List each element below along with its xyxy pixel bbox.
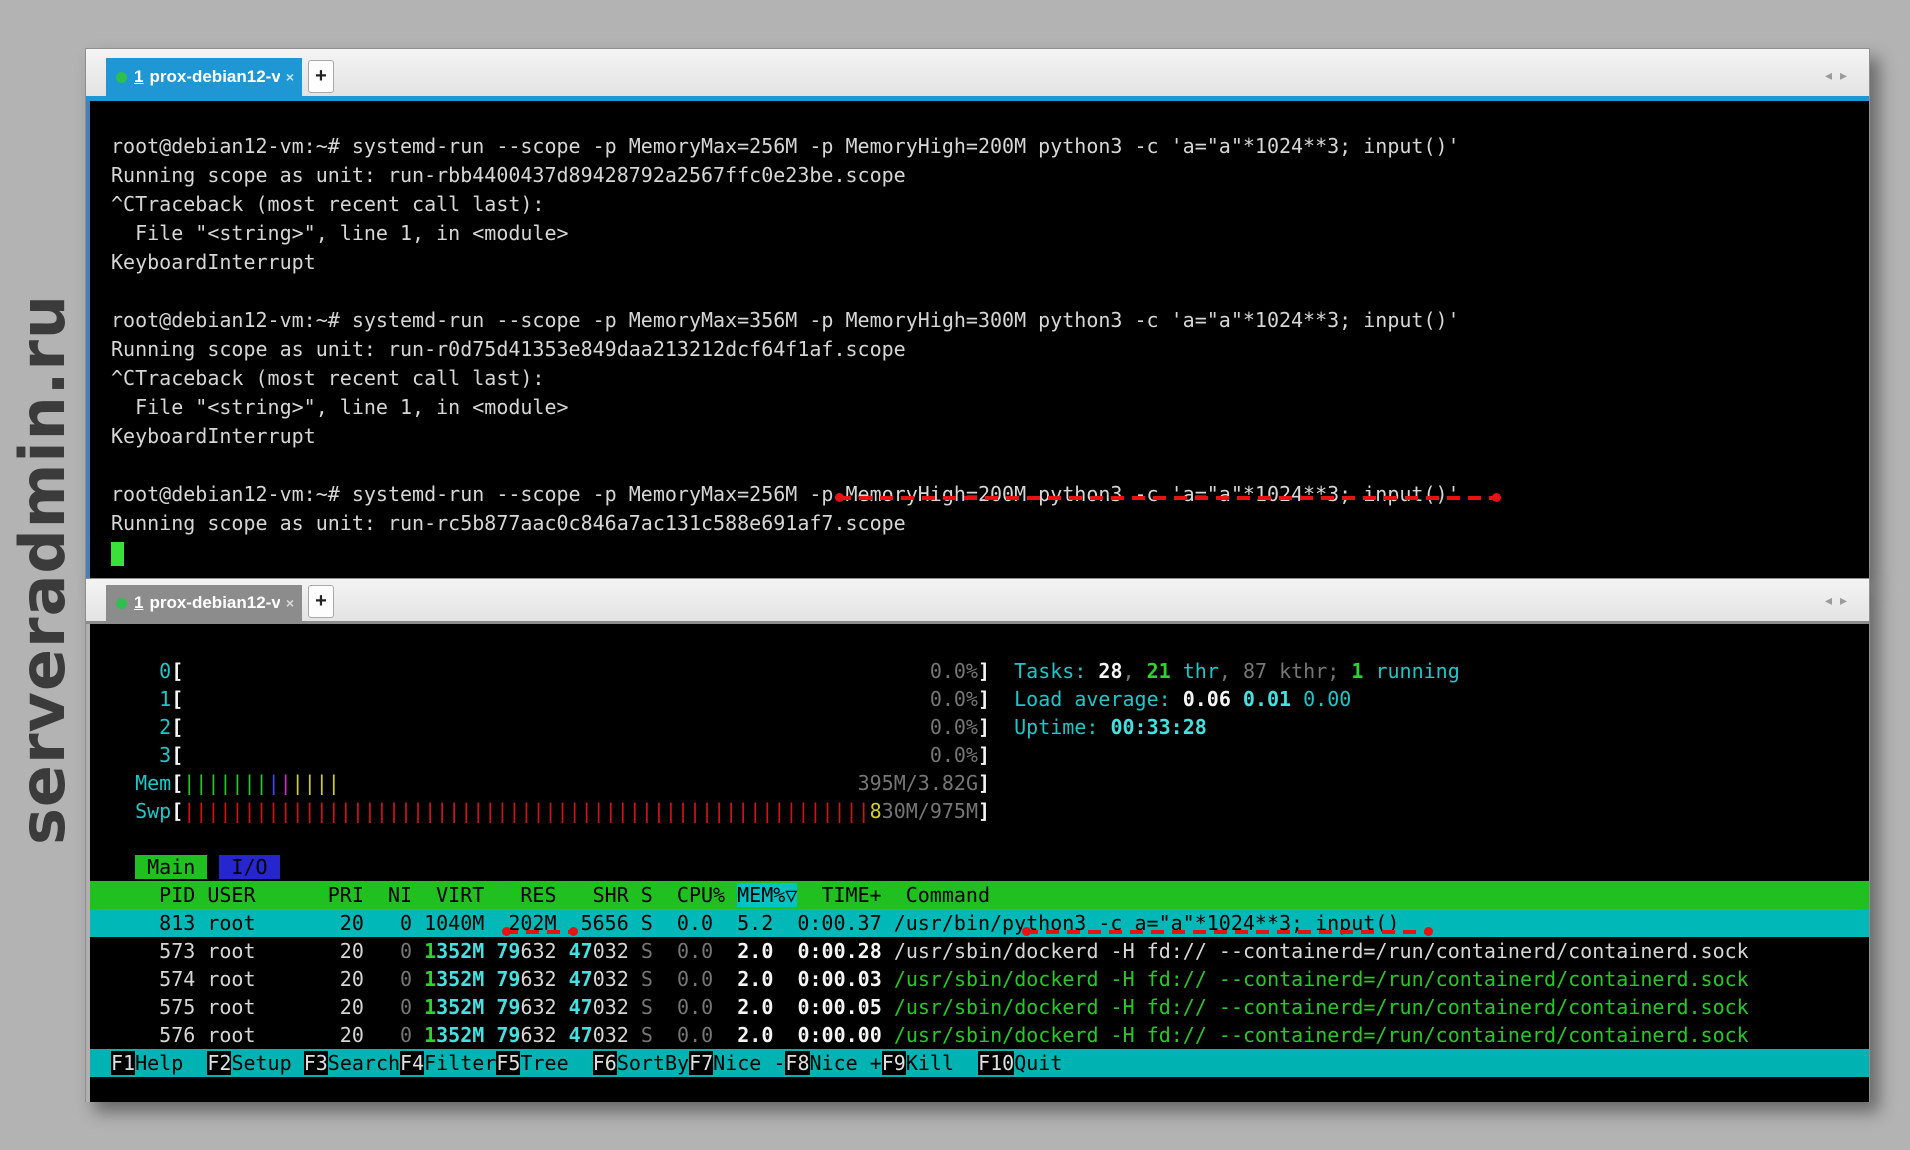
terminal-line: Running scope as unit: run-rc5b877aac0c8… (90, 509, 1869, 538)
htop-line: 3[ 0.0%] (90, 741, 1869, 769)
terminal-line (90, 277, 1869, 306)
terminal-cursor (111, 542, 124, 566)
terminal-line: root@debian12-vm:~# systemd-run --scope … (90, 132, 1869, 161)
terminal-line: root@debian12-vm:~# systemd-run --scope … (90, 306, 1869, 335)
terminal-line (90, 103, 1869, 132)
htop-row-573[interactable]: 573 root 20 0 1352M 79632 47032 S 0.0 2.… (90, 937, 1869, 965)
terminal1-screen[interactable]: root@debian12-vm:~# systemd-run --scope … (86, 101, 1869, 578)
scroll-left-icon[interactable]: ◂ (1825, 592, 1840, 608)
htop-terminal-screen[interactable]: 0[ 0.0%] Tasks: 28, 21 thr, 87 kthr; 1 r… (86, 624, 1869, 1102)
tab-index: 1 (134, 593, 143, 613)
terminal-line: File "<string>", line 1, in <module> (90, 393, 1869, 422)
terminal-line: File "<string>", line 1, in <module> (90, 219, 1869, 248)
new-tab-button[interactable]: + (308, 60, 334, 93)
terminal-line: KeyboardInterrupt (90, 248, 1869, 277)
tab-close-icon[interactable]: × (286, 69, 294, 85)
htop-table-header: PID USER PRI NI VIRT RES SHR S CPU% MEM%… (90, 881, 1869, 909)
htop-line (90, 629, 1869, 657)
annotation-underline-command (838, 496, 1498, 500)
terminal-line (90, 451, 1869, 480)
watermark-text: serveradmin.ru (6, 294, 79, 845)
scroll-right-icon[interactable]: ▸ (1840, 592, 1855, 608)
session-connected-dot (116, 598, 127, 609)
tab-scroll-arrows[interactable]: ◂▸ (1825, 67, 1855, 84)
window1-tab-prox-debian12-vm[interactable]: 1 prox-debian12-vm × (106, 58, 302, 96)
htop-screen: 0[ 0.0%] Tasks: 28, 21 thr, 87 kthr; 1 r… (90, 624, 1869, 1077)
tab-scroll-arrows[interactable]: ◂▸ (1825, 592, 1855, 609)
htop-function-bar[interactable]: F1Help F2Setup F3SearchF4FilterF5Tree F6… (90, 1049, 1869, 1077)
htop-line (90, 825, 1869, 853)
tab-close-icon[interactable]: × (286, 595, 294, 611)
terminal-line: KeyboardInterrupt (90, 422, 1869, 451)
terminal-line: ^CTraceback (most recent call last): (90, 190, 1869, 219)
htop-row-576[interactable]: 576 root 20 0 1352M 79632 47032 S 0.0 2.… (90, 1021, 1869, 1049)
tab-index: 1 (134, 67, 143, 87)
annotation-underline-res-202m (505, 930, 575, 934)
htop-line: 1[ 0.0%] Load average: 0.06 0.01 0.00 (90, 685, 1869, 713)
window2-tabbar: 1 prox-debian12-vm × + ◂▸ (86, 579, 1869, 621)
htop-line: 2[ 0.0%] Uptime: 00:33:28 (90, 713, 1869, 741)
terminal1-output: root@debian12-vm:~# systemd-run --scope … (90, 101, 1869, 538)
terminal-line: Running scope as unit: run-rbb4400437d89… (90, 161, 1869, 190)
window2-tab-prox-debian12-vm[interactable]: 1 prox-debian12-vm × (106, 585, 302, 621)
tab-title: prox-debian12-vm (149, 593, 279, 613)
htop-row-813[interactable]: 813 root 20 0 1040M 202M 5656 S 0.0 5.2 … (90, 909, 1869, 937)
annotation-underline-python-command (1025, 930, 1430, 934)
scroll-left-icon[interactable]: ◂ (1825, 67, 1840, 83)
new-tab-button[interactable]: + (308, 585, 334, 618)
htop-row-575[interactable]: 575 root 20 0 1352M 79632 47032 S 0.0 2.… (90, 993, 1869, 1021)
terminal-line: root@debian12-vm:~# systemd-run --scope … (90, 480, 1869, 509)
terminal-line: ^CTraceback (most recent call last): (90, 364, 1869, 393)
window1-tabbar: 1 prox-debian12-vm × + ◂▸ (86, 49, 1869, 96)
terminal-line: Running scope as unit: run-r0d75d41353e8… (90, 335, 1869, 364)
tab-title: prox-debian12-vm (149, 67, 279, 87)
terminal-window-bottom: 1 prox-debian12-vm × + ◂▸ 0[ 0.0%] Tasks… (85, 578, 1870, 1102)
htop-line: Swp[||||||||||||||||||||||||||||||||||||… (90, 797, 1869, 825)
session-connected-dot (116, 72, 127, 83)
htop-line: Mem[||||||||||||| 395M/3.82G] (90, 769, 1869, 797)
htop-row-574[interactable]: 574 root 20 0 1352M 79632 47032 S 0.0 2.… (90, 965, 1869, 993)
scroll-right-icon[interactable]: ▸ (1840, 67, 1855, 83)
htop-screen-tabs: Main I/O (90, 853, 1869, 881)
htop-line: 0[ 0.0%] Tasks: 28, 21 thr, 87 kthr; 1 r… (90, 657, 1869, 685)
